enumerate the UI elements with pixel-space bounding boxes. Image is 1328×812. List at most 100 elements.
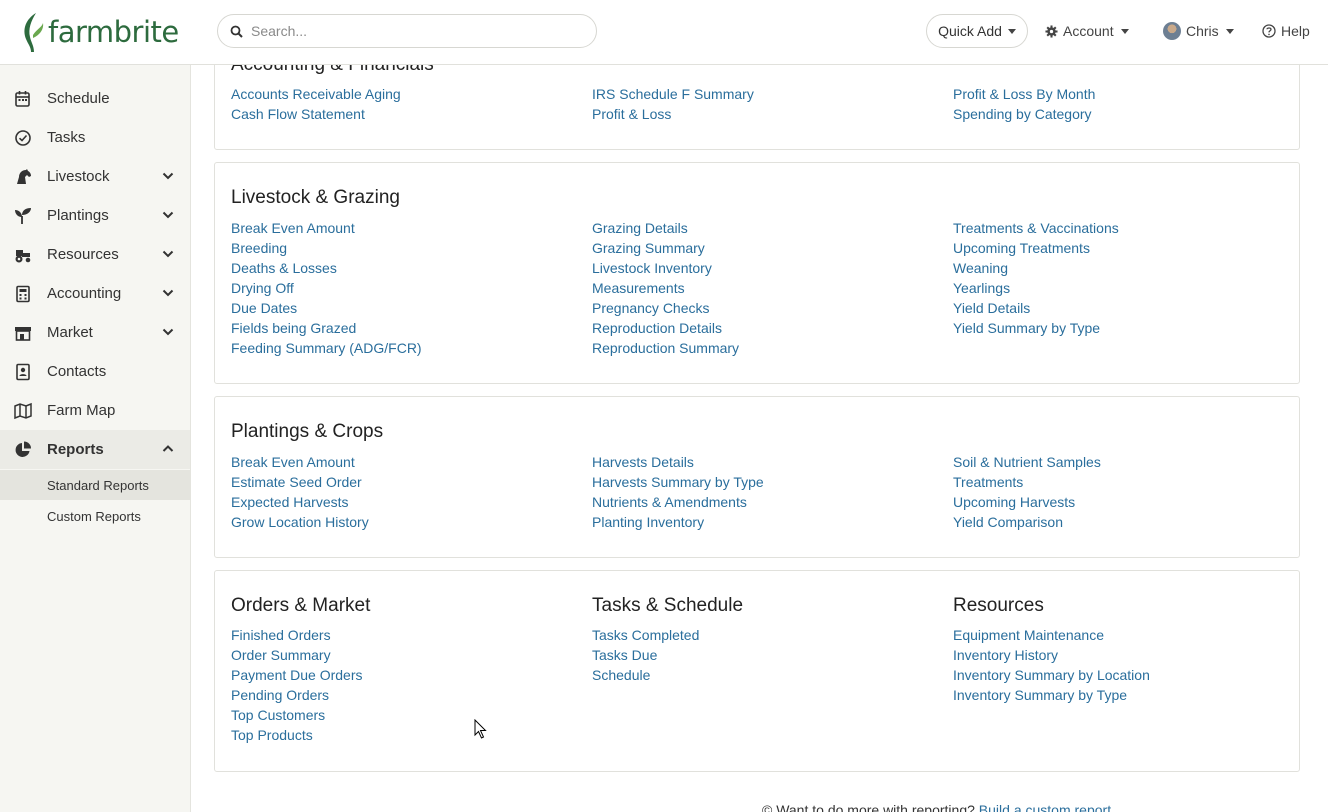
- sidebar-item-farm-map[interactable]: Farm Map: [0, 391, 190, 430]
- plantings-section: Plantings & Crops Break Even Amount Estim…: [214, 396, 1300, 558]
- livestock-section: Livestock & Grazing Break Even Amount Bre…: [214, 162, 1300, 384]
- sidebar-subitem-custom-reports[interactable]: Custom Reports: [0, 501, 190, 531]
- sidebar-item-accounting[interactable]: Accounting: [0, 274, 190, 313]
- search-box[interactable]: [217, 14, 597, 48]
- report-link[interactable]: Accounts Receivable Aging: [231, 84, 401, 104]
- report-link[interactable]: Nutrients & Amendments: [592, 492, 764, 512]
- chevron-down-icon: [162, 289, 174, 297]
- report-link[interactable]: Estimate Seed Order: [231, 472, 369, 492]
- resources-column: Resources Equipment Maintenance Inventory…: [953, 595, 1150, 705]
- sidebar: Schedule Tasks Livestock Plantings Resou…: [0, 65, 191, 812]
- build-custom-report-link[interactable]: Build a custom report: [979, 802, 1111, 812]
- account-menu[interactable]: Account: [1045, 14, 1129, 48]
- tasks-title: Tasks & Schedule: [592, 595, 744, 616]
- report-link[interactable]: Harvests Details: [592, 452, 764, 472]
- report-link[interactable]: Livestock Inventory: [592, 258, 739, 278]
- report-link[interactable]: Inventory History: [953, 645, 1150, 665]
- sidebar-item-plantings[interactable]: Plantings: [0, 196, 190, 235]
- sidebar-item-label: Reports: [47, 441, 104, 458]
- report-link[interactable]: Yield Details: [953, 298, 1119, 318]
- accounting-col-1: Accounts Receivable Aging Cash Flow State…: [231, 84, 401, 124]
- user-menu[interactable]: Chris: [1163, 14, 1234, 48]
- sidebar-item-resources[interactable]: Resources: [0, 235, 190, 274]
- report-link[interactable]: Profit & Loss By Month: [953, 84, 1095, 104]
- report-link[interactable]: Break Even Amount: [231, 452, 369, 472]
- sidebar-item-livestock[interactable]: Livestock: [0, 157, 190, 196]
- report-link[interactable]: Grazing Summary: [592, 238, 739, 258]
- section-title: Plantings & Crops: [231, 421, 384, 442]
- report-link[interactable]: IRS Schedule F Summary: [592, 84, 754, 104]
- report-link[interactable]: Feeding Summary (ADG/FCR): [231, 338, 422, 358]
- report-link[interactable]: Drying Off: [231, 278, 422, 298]
- report-link[interactable]: Weaning: [953, 258, 1119, 278]
- report-link[interactable]: Equipment Maintenance: [953, 625, 1150, 645]
- orders-links: Finished Orders Order Summary Payment Due …: [231, 625, 370, 745]
- report-link[interactable]: Upcoming Harvests: [953, 492, 1101, 512]
- quick-add-button[interactable]: Quick Add: [926, 14, 1028, 48]
- report-link[interactable]: Upcoming Treatments: [953, 238, 1119, 258]
- report-link[interactable]: Expected Harvests: [231, 492, 369, 512]
- report-link[interactable]: Yield Comparison: [953, 512, 1101, 532]
- plantings-col-2: Harvests Details Harvests Summary by Type…: [592, 452, 764, 532]
- sidebar-item-label: Schedule: [47, 90, 110, 107]
- sidebar-item-market[interactable]: Market: [0, 313, 190, 352]
- main-content: Accounting & Financials Accounts Receiva…: [191, 0, 1328, 812]
- report-link[interactable]: Top Products: [231, 725, 370, 745]
- report-link[interactable]: Yield Summary by Type: [953, 318, 1119, 338]
- farmbrite-logo[interactable]: farmbrite: [22, 11, 179, 53]
- sidebar-item-tasks[interactable]: Tasks: [0, 118, 190, 157]
- search-input[interactable]: [251, 23, 571, 39]
- pie-chart-icon: [15, 441, 31, 457]
- report-link[interactable]: Spending by Category: [953, 104, 1095, 124]
- report-link[interactable]: Order Summary: [231, 645, 370, 665]
- accounting-col-3: Profit & Loss By Month Spending by Catego…: [953, 84, 1095, 124]
- sidebar-subitem-standard-reports[interactable]: Standard Reports: [0, 470, 190, 500]
- report-link[interactable]: Planting Inventory: [592, 512, 764, 532]
- help-link[interactable]: Help: [1262, 14, 1310, 48]
- report-link[interactable]: Treatments: [953, 472, 1101, 492]
- report-link[interactable]: Top Customers: [231, 705, 370, 725]
- report-link[interactable]: Cash Flow Statement: [231, 104, 401, 124]
- report-link[interactable]: Finished Orders: [231, 625, 370, 645]
- accounting-col-2: IRS Schedule F Summary Profit & Loss: [592, 84, 754, 124]
- sidebar-item-label: Farm Map: [47, 402, 116, 419]
- report-link[interactable]: Measurements: [592, 278, 739, 298]
- report-link[interactable]: Deaths & Losses: [231, 258, 422, 278]
- chevron-up-icon: [162, 445, 174, 452]
- report-link[interactable]: Grazing Details: [592, 218, 739, 238]
- report-link[interactable]: Pending Orders: [231, 685, 370, 705]
- report-link[interactable]: Due Dates: [231, 298, 422, 318]
- chevron-down-icon: [162, 328, 174, 336]
- report-link[interactable]: Payment Due Orders: [231, 665, 370, 685]
- sidebar-item-label: Contacts: [47, 363, 107, 380]
- caret-down-icon: [1007, 28, 1016, 34]
- report-link[interactable]: Fields being Grazed: [231, 318, 422, 338]
- report-link[interactable]: Treatments & Vaccinations: [953, 218, 1119, 238]
- sidebar-item-reports[interactable]: Reports: [0, 430, 190, 469]
- report-link[interactable]: Harvests Summary by Type: [592, 472, 764, 492]
- report-link[interactable]: Inventory Summary by Type: [953, 685, 1150, 705]
- report-link[interactable]: Schedule: [592, 665, 743, 685]
- store-icon: [15, 327, 31, 341]
- report-link[interactable]: Profit & Loss: [592, 104, 754, 124]
- report-link[interactable]: Yearlings: [953, 278, 1119, 298]
- chevron-down-icon: [162, 211, 174, 219]
- report-link[interactable]: Tasks Completed: [592, 625, 743, 645]
- report-link[interactable]: Pregnancy Checks: [592, 298, 739, 318]
- report-link[interactable]: Break Even Amount: [231, 218, 422, 238]
- report-link[interactable]: Soil & Nutrient Samples: [953, 452, 1101, 472]
- report-link[interactable]: Reproduction Details: [592, 318, 739, 338]
- sidebar-item-schedule[interactable]: Schedule: [0, 79, 190, 118]
- report-link[interactable]: Grow Location History: [231, 512, 369, 532]
- sidebar-item-contacts[interactable]: Contacts: [0, 352, 190, 391]
- report-link[interactable]: Breeding: [231, 238, 422, 258]
- seedling-icon: [15, 208, 31, 224]
- top-header: farmbrite Quick Add Account Chris: [0, 0, 1328, 65]
- quick-add-label: Quick Add: [938, 23, 1002, 39]
- report-link[interactable]: Tasks Due: [592, 645, 743, 665]
- help-label: Help: [1281, 23, 1310, 39]
- report-link[interactable]: Reproduction Summary: [592, 338, 739, 358]
- tasks-links: Tasks Completed Tasks Due Schedule: [592, 625, 743, 685]
- report-link[interactable]: Inventory Summary by Location: [953, 665, 1150, 685]
- sidebar-subitem-label: Standard Reports: [47, 477, 149, 493]
